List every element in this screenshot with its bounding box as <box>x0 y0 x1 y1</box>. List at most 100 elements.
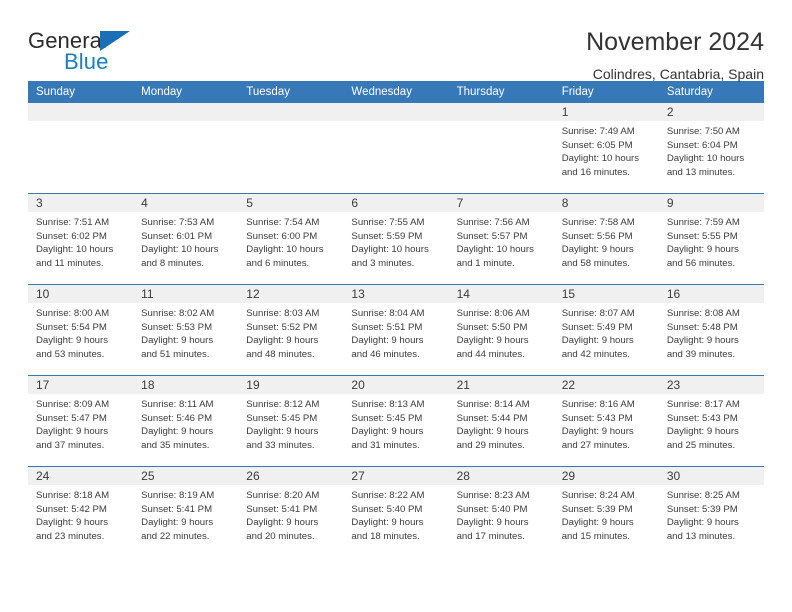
sunrise-text: Sunrise: 8:24 AM <box>561 490 635 501</box>
calendar-day-cell[interactable]: 5 Sunrise: 7:54 AM Sunset: 6:00 PM Daylight… <box>238 193 344 285</box>
calendar-page: General Blue November 2024 Colindres, Ca… <box>0 0 792 612</box>
daylight-text-line2: and 6 minutes. <box>246 257 310 269</box>
sunrise-text: Sunrise: 8:02 AM <box>141 308 215 319</box>
daylight-text-line2: and 51 minutes. <box>141 348 210 360</box>
logo-text-blue: Blue <box>64 49 109 74</box>
generalblue-logo[interactable]: General Blue <box>28 26 148 78</box>
sunset-text: Sunset: 5:57 PM <box>456 230 528 242</box>
calendar-day-cell[interactable]: 4 Sunrise: 7:53 AM Sunset: 6:01 PM Daylight… <box>133 193 239 285</box>
sunset-text: Sunset: 6:02 PM <box>36 230 107 242</box>
daylight-text-line1: Daylight: 10 hours <box>351 244 429 256</box>
calendar-day-cell[interactable]: 28 Sunrise: 8:23 AM Sunset: 5:40 PM Dayligh… <box>448 466 554 557</box>
sunrise-text: Sunrise: 8:18 AM <box>36 490 110 501</box>
calendar-week-row: 10 Sunrise: 8:00 AM Sunset: 5:54 PM Dayligh… <box>28 284 764 376</box>
day-number: 5 <box>238 194 344 212</box>
day-sun-info: Sunrise: 7:55 AM Sunset: 5:59 PM Daylight:… <box>343 212 448 270</box>
daylight-text-line2: and 46 minutes. <box>351 348 420 360</box>
calendar-day-cell[interactable]: 25 Sunrise: 8:19 AM Sunset: 5:41 PM Dayligh… <box>133 466 239 557</box>
calendar-day-cell[interactable]: 3 Sunrise: 7:51 AM Sunset: 6:02 PM Daylight… <box>28 193 134 285</box>
calendar-header-row: Sunday Monday Tuesday Wednesday Thursday… <box>28 81 764 103</box>
daylight-text-line1: Daylight: 9 hours <box>561 244 634 256</box>
day-number: 25 <box>133 467 239 485</box>
calendar-day-cell[interactable]: 29 Sunrise: 8:24 AM Sunset: 5:39 PM Dayligh… <box>553 466 659 557</box>
calendar-day-cell[interactable]: 22 Sunrise: 8:16 AM Sunset: 5:43 PM Dayligh… <box>553 375 659 467</box>
day-number: 2 <box>658 103 764 121</box>
calendar-day-cell[interactable]: 7 Sunrise: 7:56 AM Sunset: 5:57 PM Daylight… <box>448 193 554 285</box>
sunrise-text: Sunrise: 8:17 AM <box>666 399 740 410</box>
day-number: 28 <box>448 467 554 485</box>
weekday-header-friday: Friday <box>553 81 659 103</box>
sunset-text: Sunset: 5:52 PM <box>246 321 318 333</box>
sunrise-text: Sunrise: 8:04 AM <box>351 308 425 319</box>
sunrise-text: Sunrise: 8:23 AM <box>456 490 530 501</box>
sunrise-text: Sunrise: 8:03 AM <box>246 308 320 319</box>
day-sun-info: Sunrise: 8:04 AM Sunset: 5:51 PM Daylight:… <box>343 303 448 361</box>
calendar-day-cell[interactable]: 18 Sunrise: 8:11 AM Sunset: 5:46 PM Dayligh… <box>133 375 239 467</box>
day-number: 24 <box>28 467 134 485</box>
day-sun-info: Sunrise: 8:18 AM Sunset: 5:42 PM Daylight:… <box>28 485 133 543</box>
daylight-text-line1: Daylight: 9 hours <box>456 517 529 529</box>
sunrise-text: Sunrise: 8:12 AM <box>246 399 320 410</box>
daylight-text-line1: Daylight: 9 hours <box>246 426 319 438</box>
calendar-day-cell[interactable]: 12 Sunrise: 8:03 AM Sunset: 5:52 PM Dayligh… <box>238 284 344 376</box>
sunset-text: Sunset: 5:47 PM <box>36 412 107 424</box>
daylight-text-line2: and 35 minutes. <box>141 439 210 451</box>
calendar-day-cell[interactable]: 19 Sunrise: 8:12 AM Sunset: 5:45 PM Dayligh… <box>238 375 344 467</box>
calendar-day-cell[interactable]: 24 Sunrise: 8:18 AM Sunset: 5:42 PM Dayligh… <box>28 466 134 557</box>
weekday-header-tuesday: Tuesday <box>238 81 344 103</box>
sunrise-text: Sunrise: 7:54 AM <box>246 217 320 228</box>
calendar-day-cell[interactable]: 2 Sunrise: 7:50 AM Sunset: 6:04 PM Daylight… <box>658 103 764 194</box>
calendar-day-cell[interactable]: 20 Sunrise: 8:13 AM Sunset: 5:45 PM Dayligh… <box>343 375 449 467</box>
day-number <box>343 103 449 121</box>
calendar-day-cell[interactable]: 8 Sunrise: 7:58 AM Sunset: 5:56 PM Daylight… <box>553 193 659 285</box>
day-sun-info: Sunrise: 8:22 AM Sunset: 5:40 PM Daylight:… <box>343 485 448 543</box>
sunrise-text: Sunrise: 8:11 AM <box>141 399 214 410</box>
sunset-text: Sunset: 6:05 PM <box>561 139 633 151</box>
calendar-day-cell-empty <box>343 103 449 194</box>
sunset-text: Sunset: 5:50 PM <box>456 321 528 333</box>
day-number: 8 <box>553 194 659 212</box>
sunrise-text: Sunrise: 8:25 AM <box>666 490 740 501</box>
calendar-day-cell-empty <box>133 103 239 194</box>
calendar-day-cell[interactable]: 16 Sunrise: 8:08 AM Sunset: 5:48 PM Dayligh… <box>658 284 764 376</box>
calendar-day-cell[interactable]: 17 Sunrise: 8:09 AM Sunset: 5:47 PM Dayligh… <box>28 375 134 467</box>
calendar-day-cell[interactable]: 15 Sunrise: 8:07 AM Sunset: 5:49 PM Dayligh… <box>553 284 659 376</box>
calendar-day-cell[interactable]: 26 Sunrise: 8:20 AM Sunset: 5:41 PM Dayligh… <box>238 466 344 557</box>
day-sun-info: Sunrise: 8:17 AM Sunset: 5:43 PM Daylight:… <box>659 394 764 452</box>
day-sun-info: Sunrise: 8:06 AM Sunset: 5:50 PM Daylight:… <box>449 303 554 361</box>
daylight-text-line1: Daylight: 9 hours <box>561 517 634 529</box>
daylight-text-line1: Daylight: 9 hours <box>351 426 424 438</box>
day-number: 22 <box>553 376 659 394</box>
daylight-text-line1: Daylight: 10 hours <box>456 244 534 256</box>
day-sun-info: Sunrise: 7:56 AM Sunset: 5:57 PM Daylight:… <box>449 212 554 270</box>
calendar-day-cell[interactable]: 27 Sunrise: 8:22 AM Sunset: 5:40 PM Dayligh… <box>343 466 449 557</box>
day-sun-info: Sunrise: 8:03 AM Sunset: 5:52 PM Daylight:… <box>238 303 343 361</box>
daylight-text-line2: and 23 minutes. <box>36 530 105 542</box>
day-number: 26 <box>238 467 344 485</box>
calendar-day-cell[interactable]: 13 Sunrise: 8:04 AM Sunset: 5:51 PM Dayligh… <box>343 284 449 376</box>
day-sun-info: Sunrise: 7:59 AM Sunset: 5:55 PM Daylight:… <box>659 212 764 270</box>
daylight-text-line2: and 29 minutes. <box>456 439 525 451</box>
daylight-text-line1: Daylight: 9 hours <box>561 335 634 347</box>
day-sun-info: Sunrise: 7:54 AM Sunset: 6:00 PM Daylight:… <box>238 212 343 270</box>
daylight-text-line2: and 48 minutes. <box>246 348 315 360</box>
calendar-day-cell-empty <box>28 103 134 194</box>
sunrise-text: Sunrise: 8:08 AM <box>666 308 740 319</box>
calendar-day-cell[interactable]: 9 Sunrise: 7:59 AM Sunset: 5:55 PM Daylight… <box>658 193 764 285</box>
calendar-day-cell[interactable]: 1 Sunrise: 7:49 AM Sunset: 6:05 PM Daylight… <box>553 103 659 194</box>
day-number: 9 <box>658 194 764 212</box>
calendar-day-cell[interactable]: 10 Sunrise: 8:00 AM Sunset: 5:54 PM Dayligh… <box>28 284 134 376</box>
calendar-day-cell[interactable]: 23 Sunrise: 8:17 AM Sunset: 5:43 PM Dayligh… <box>658 375 764 467</box>
calendar-day-cell-empty <box>238 103 344 194</box>
calendar-day-cell[interactable]: 21 Sunrise: 8:14 AM Sunset: 5:44 PM Dayligh… <box>448 375 554 467</box>
day-number <box>238 103 344 121</box>
calendar-day-cell[interactable]: 11 Sunrise: 8:02 AM Sunset: 5:53 PM Dayligh… <box>133 284 239 376</box>
daylight-text-line2: and 18 minutes. <box>351 530 420 542</box>
calendar-day-cell[interactable]: 14 Sunrise: 8:06 AM Sunset: 5:50 PM Dayligh… <box>448 284 554 376</box>
calendar-day-cell[interactable]: 30 Sunrise: 8:25 AM Sunset: 5:39 PM Dayligh… <box>658 466 764 557</box>
sunrise-text: Sunrise: 8:07 AM <box>561 308 635 319</box>
day-number: 11 <box>133 285 239 303</box>
sunrise-text: Sunrise: 7:51 AM <box>36 217 110 228</box>
daylight-text-line2: and 37 minutes. <box>36 439 105 451</box>
calendar-day-cell[interactable]: 6 Sunrise: 7:55 AM Sunset: 5:59 PM Daylight… <box>343 193 449 285</box>
